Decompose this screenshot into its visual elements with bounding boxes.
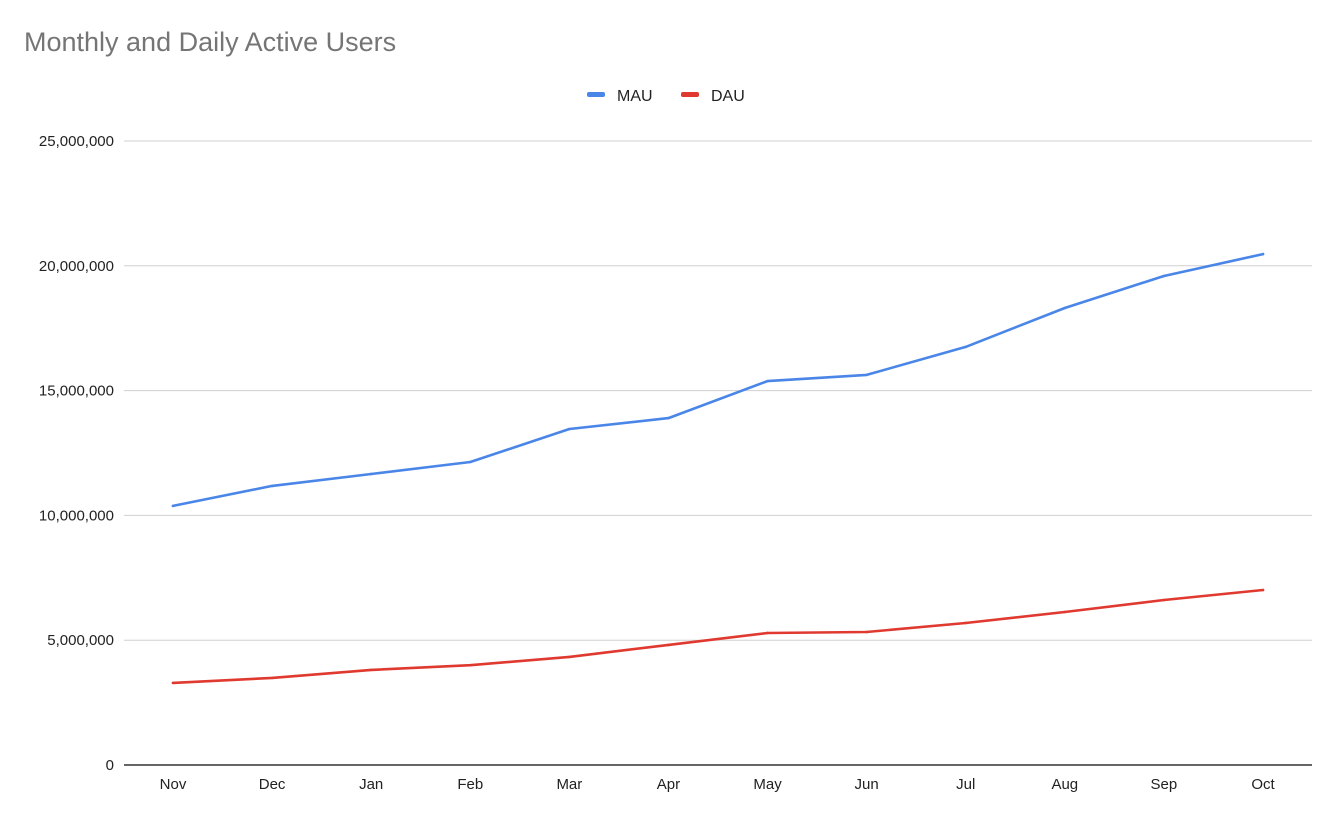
x-tick-label: Apr bbox=[657, 776, 680, 793]
x-tick-label: May bbox=[753, 776, 782, 793]
chart-title: Monthly and Daily Active Users bbox=[24, 27, 396, 57]
data-point-dau bbox=[568, 655, 571, 659]
data-point-mau bbox=[468, 460, 472, 464]
data-point-dau bbox=[766, 631, 769, 635]
x-tick-label: Jan bbox=[359, 776, 383, 793]
x-tick-label: Nov bbox=[160, 776, 187, 793]
data-point-dau bbox=[468, 663, 472, 667]
data-point-dau bbox=[270, 676, 274, 680]
data-point-dau bbox=[171, 681, 175, 685]
data-point-mau bbox=[766, 379, 769, 383]
legend-swatch-dau bbox=[681, 92, 699, 97]
legend-label-mau: MAU bbox=[617, 88, 653, 105]
series-lines bbox=[171, 252, 1265, 685]
x-tick-label: Feb bbox=[457, 776, 483, 793]
y-tick-label: 15,000,000 bbox=[39, 383, 114, 400]
x-tick-label: Dec bbox=[259, 776, 286, 793]
x-axis-ticks: Nov Dec Jan Feb Mar Apr May Jun Jul Aug Sep Oct bbox=[160, 776, 1276, 793]
series-line-dau bbox=[171, 588, 1265, 685]
data-point-mau bbox=[1261, 252, 1265, 256]
legend-label-dau: DAU bbox=[711, 88, 745, 105]
data-point-mau bbox=[1063, 306, 1067, 310]
y-tick-label: 20,000,000 bbox=[39, 258, 114, 275]
series-line-mau bbox=[171, 252, 1265, 508]
x-tick-label: Mar bbox=[556, 776, 582, 793]
data-point-mau bbox=[369, 472, 373, 476]
data-point-dau bbox=[865, 630, 868, 634]
data-point-dau bbox=[1162, 598, 1166, 602]
data-point-dau bbox=[1063, 610, 1067, 614]
x-tick-label: Sep bbox=[1151, 776, 1178, 793]
x-tick-label: Jun bbox=[855, 776, 879, 793]
y-tick-label: 5,000,000 bbox=[47, 632, 114, 649]
data-point-mau bbox=[171, 504, 175, 508]
y-tick-label: 0 bbox=[106, 757, 114, 774]
gridlines bbox=[124, 140, 1312, 766]
data-point-dau bbox=[964, 621, 968, 625]
y-tick-label: 10,000,000 bbox=[39, 507, 114, 524]
data-point-mau bbox=[1162, 274, 1166, 278]
x-tick-label: Aug bbox=[1051, 776, 1078, 793]
data-point-dau bbox=[667, 643, 670, 647]
data-point-mau bbox=[568, 427, 571, 431]
data-point-mau bbox=[667, 416, 670, 420]
data-point-mau bbox=[270, 484, 274, 488]
x-tick-label: Jul bbox=[956, 776, 975, 793]
data-point-dau bbox=[369, 668, 373, 672]
y-axis-ticks: 0 5,000,000 10,000,000 15,000,000 20,000,000… bbox=[39, 133, 114, 774]
data-point-mau bbox=[964, 345, 968, 349]
data-point-mau bbox=[865, 373, 868, 377]
x-tick-label: Oct bbox=[1251, 776, 1275, 793]
y-tick-label: 25,000,000 bbox=[39, 133, 114, 150]
legend: MAU DAU bbox=[587, 88, 745, 105]
data-point-dau bbox=[1261, 588, 1265, 592]
line-chart: Monthly and Daily Active Users MAU DAU 0… bbox=[24, 27, 1312, 793]
legend-swatch-mau bbox=[587, 92, 605, 97]
